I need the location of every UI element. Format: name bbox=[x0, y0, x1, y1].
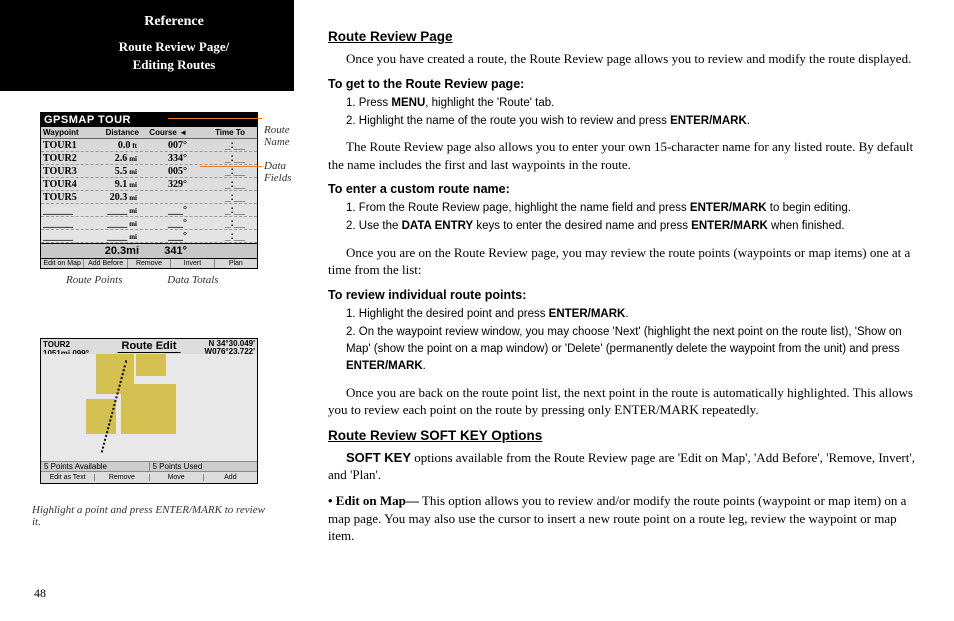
route-edit-status: 5 Points Available 5 Points Used bbox=[41, 461, 257, 472]
route-edit-softkeys: Edit as Text Remove Move Add bbox=[41, 472, 257, 483]
gps-waypoint-row: TOUR520.3mi_:__ bbox=[41, 191, 257, 204]
gps-screen-route-edit: Route Edit TOUR2 1051mi 099° N 34°30.049… bbox=[40, 338, 258, 484]
sidebar-subtitle-2: Editing Routes bbox=[62, 56, 286, 74]
softkey: Remove bbox=[95, 474, 149, 481]
figure-bottom-labels: Route Points Data Totals bbox=[42, 274, 262, 286]
softkey: Add Before bbox=[84, 259, 127, 268]
softkey: Edit as Text bbox=[41, 474, 95, 481]
col-distance: Distance bbox=[93, 127, 141, 138]
subhead-get-page: To get to the Route Review page: bbox=[328, 76, 926, 93]
label-route-points: Route Points bbox=[66, 274, 123, 286]
gps-empty-row: __________mi___°_:__ bbox=[41, 204, 257, 217]
gps-waypoint-row: TOUR10.0ft007°_:__ bbox=[41, 139, 257, 152]
subhead-custom-name: To enter a custom route name: bbox=[328, 181, 926, 198]
softkey: Remove bbox=[128, 259, 171, 268]
main-content: Route Review Page Once you have created … bbox=[328, 28, 926, 553]
gps-totals-row: 20.3mi 341° bbox=[41, 243, 257, 258]
softkey: Edit on Map bbox=[41, 259, 84, 268]
paragraph: SOFT KEY options available from the Rout… bbox=[328, 449, 926, 484]
gps-screen-route-review: GPSMAP TOUR Waypoint Distance Course ◄ T… bbox=[40, 112, 258, 269]
steps-review-points: 1. Highlight the desired point and press… bbox=[346, 306, 926, 376]
gps-waypoint-row: TOUR49.1mi329°_:__ bbox=[41, 178, 257, 191]
gps-waypoint-row: TOUR22.6mi334°_:__ bbox=[41, 152, 257, 165]
annotation-data-fields: Data Fields bbox=[264, 160, 292, 184]
col-timeto: Time To bbox=[189, 127, 249, 138]
gps-route-review-figure: GPSMAP TOUR Waypoint Distance Course ◄ T… bbox=[40, 112, 300, 269]
reference-label: Reference bbox=[62, 14, 286, 30]
steps-get-page: 1. Press MENU, highlight the 'Route' tab… bbox=[346, 95, 926, 131]
gps-empty-row: __________mi___°_:__ bbox=[41, 217, 257, 230]
paragraph: Once you are on the Route Review page, y… bbox=[328, 244, 926, 279]
gps-column-headers: Waypoint Distance Course ◄ Time To bbox=[41, 127, 257, 139]
col-course: Course ◄ bbox=[141, 127, 189, 138]
route-edit-title: Route Edit bbox=[118, 340, 181, 353]
paragraph: • Edit on Map— This option allows you to… bbox=[328, 492, 926, 545]
sidebar-subtitle-1: Route Review Page/ bbox=[62, 38, 286, 56]
paragraph: Once you are back on the route point lis… bbox=[328, 384, 926, 419]
points-used: 5 Points Used bbox=[150, 462, 258, 471]
gps-title: GPSMAP TOUR bbox=[41, 113, 257, 127]
gps-softkeys: Edit on Map Add Before Remove Invert Pla… bbox=[41, 258, 257, 268]
total-course: 341° bbox=[141, 245, 189, 257]
paragraph: The Route Review page also allows you to… bbox=[328, 138, 926, 173]
softkey: Move bbox=[150, 474, 204, 481]
annotation-route-name: Route Name bbox=[264, 124, 290, 148]
total-distance: 20.3mi bbox=[93, 245, 141, 257]
heading-softkey: Route Review SOFT KEY Options bbox=[328, 427, 926, 445]
sidebar-header: Reference Route Review Page/ Editing Rou… bbox=[0, 0, 294, 91]
page-number: 48 bbox=[34, 586, 46, 601]
softkey: Plan bbox=[215, 259, 257, 268]
paragraph: Once you have created a route, the Route… bbox=[328, 50, 926, 68]
figure-caption: Highlight a point and press ENTER/MARK t… bbox=[32, 504, 272, 528]
label-data-totals: Data Totals bbox=[167, 274, 218, 286]
col-waypoint: Waypoint bbox=[41, 127, 93, 138]
heading-route-review: Route Review Page bbox=[328, 28, 926, 46]
points-available: 5 Points Available bbox=[41, 462, 150, 471]
steps-custom-name: 1. From the Route Review page, highlight… bbox=[346, 200, 926, 236]
softkey: Add bbox=[204, 474, 257, 481]
subhead-review-points: To review individual route points: bbox=[328, 287, 926, 304]
gps-route-edit-figure: Route Edit TOUR2 1051mi 099° N 34°30.049… bbox=[40, 338, 258, 484]
sidebar-column: Reference Route Review Page/ Editing Rou… bbox=[0, 0, 310, 621]
gps-empty-row: __________mi___°_:__ bbox=[41, 230, 257, 243]
softkey: Invert bbox=[171, 259, 214, 268]
route-edit-map bbox=[41, 354, 257, 461]
